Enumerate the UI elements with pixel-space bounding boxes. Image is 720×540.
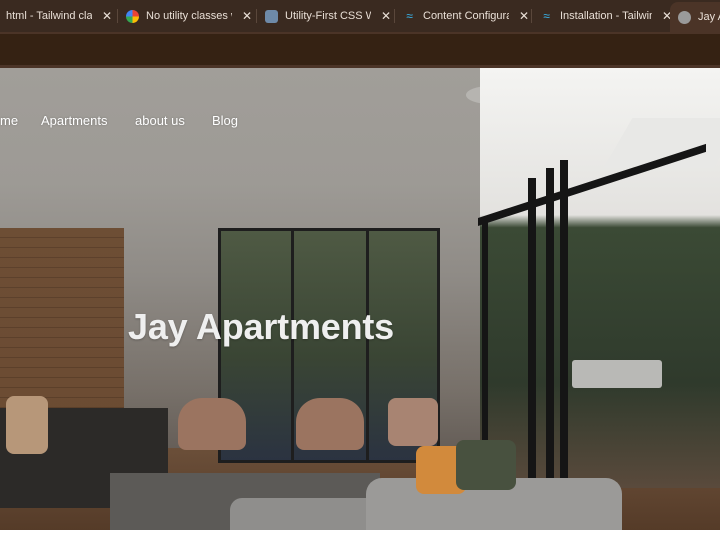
close-icon[interactable]: ✕ <box>519 9 529 23</box>
door-frame <box>560 160 568 490</box>
page-bottom <box>0 530 720 540</box>
tab-no-utility-classes[interactable]: No utility classes we ✕ <box>126 4 252 28</box>
tab-label: Content Configuratio <box>423 10 509 22</box>
pillow <box>388 398 438 446</box>
armchair <box>178 398 246 450</box>
tab-label: html - Tailwind class <box>6 10 92 22</box>
cube-icon <box>265 9 278 23</box>
pillow <box>456 440 516 490</box>
door-frame <box>546 168 554 488</box>
tab-label: Jay Ap <box>698 11 720 23</box>
tailwind-icon: ≈ <box>406 8 413 23</box>
close-icon[interactable]: ✕ <box>102 9 112 23</box>
tab-separator <box>531 9 532 23</box>
hero-section: me Apartments about us Blog Jay Apartmen… <box>0 68 720 530</box>
tab-separator <box>256 9 257 23</box>
pillow <box>6 396 48 454</box>
browser-tab-bar: html - Tailwind class ✕ No utility class… <box>0 0 720 32</box>
close-icon[interactable]: ✕ <box>242 9 252 23</box>
door-frame <box>528 178 536 488</box>
browser-toolbar <box>0 32 720 68</box>
nav-home[interactable]: me <box>0 113 18 128</box>
tab-separator <box>117 9 118 23</box>
tab-jay-apartments[interactable]: Jay Ap <box>670 2 720 32</box>
tab-content-configuration[interactable]: ≈ Content Configuratio ✕ <box>403 4 529 28</box>
tab-separator <box>394 9 395 23</box>
nav-about-us[interactable]: about us <box>135 113 185 128</box>
tab-utility-first[interactable]: Utility-First CSS With ✕ <box>265 4 391 28</box>
hero-title: Jay Apartments <box>128 306 394 347</box>
grill <box>572 360 662 388</box>
armchair <box>296 398 364 450</box>
tab-label: Utility-First CSS With <box>285 10 371 22</box>
tab-label: No utility classes we <box>146 10 232 22</box>
tailwind-icon: ≈ <box>543 8 550 23</box>
nav-blog[interactable]: Blog <box>212 113 238 128</box>
globe-icon <box>678 10 691 24</box>
nav-apartments[interactable]: Apartments <box>41 113 107 128</box>
tab-html-tailwind[interactable]: html - Tailwind class ✕ <box>6 4 112 28</box>
google-icon <box>126 9 139 23</box>
tab-label: Installation - Tailwind <box>560 10 652 22</box>
tab-installation[interactable]: ≈ Installation - Tailwind ✕ <box>540 4 672 28</box>
close-icon[interactable]: ✕ <box>381 9 391 23</box>
